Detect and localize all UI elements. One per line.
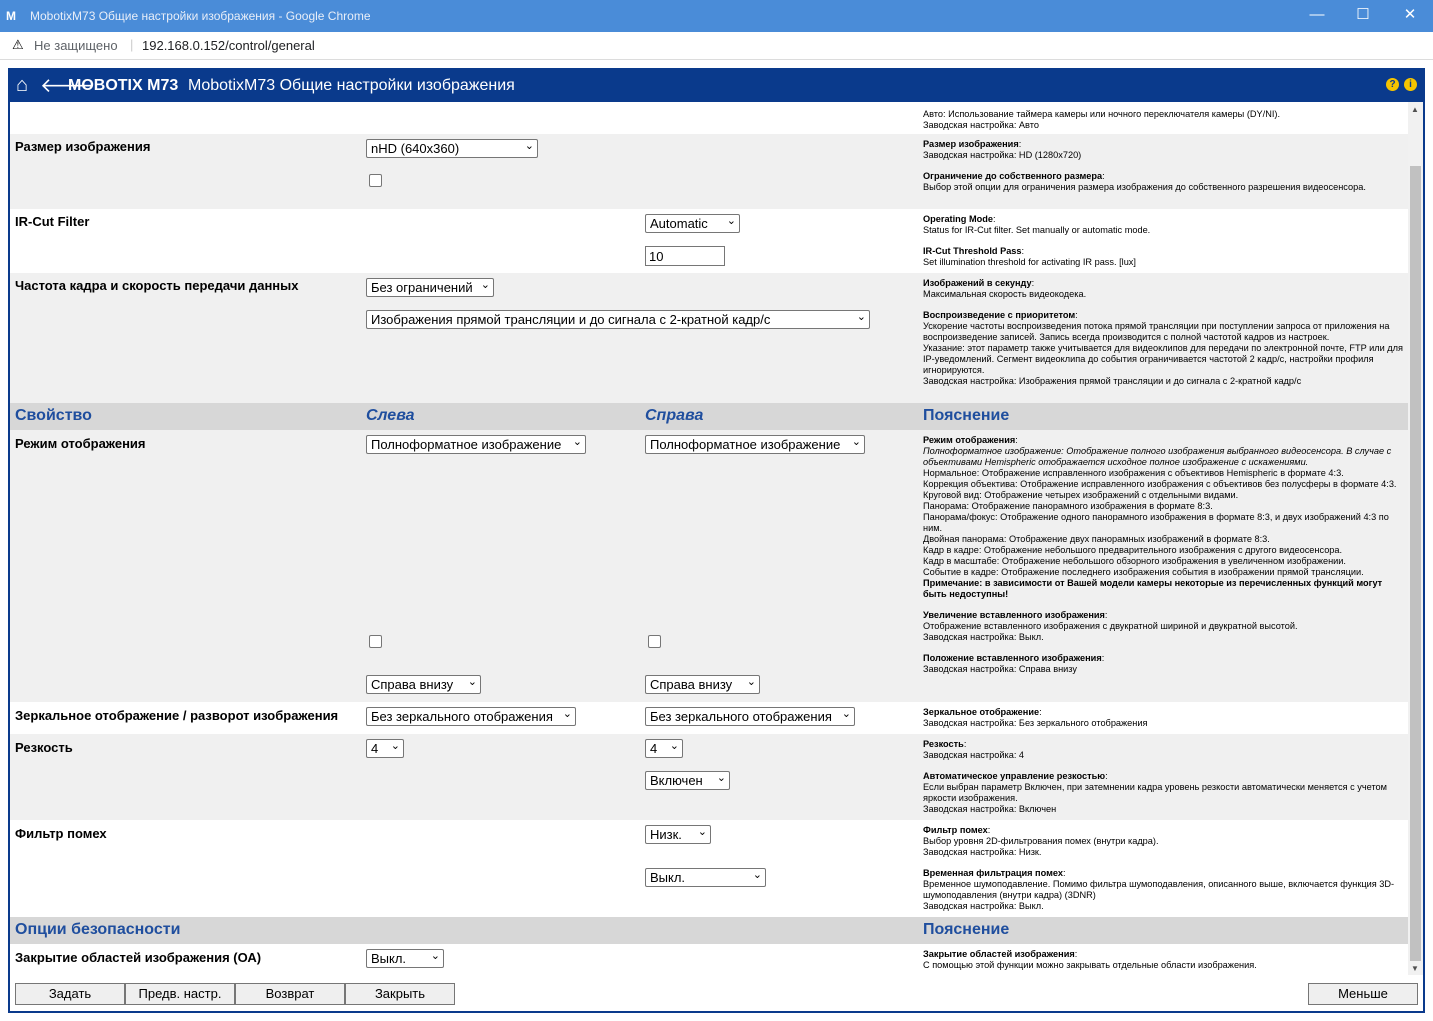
image-size-label: Размер изображения [15,139,151,154]
chevron-down-icon: ⌄ [716,772,726,784]
page-title: MobotixM73 Общие настройки изображения [188,77,515,94]
warning-icon[interactable]: ⚠ [12,37,24,53]
sharpness-help: Резкость: Заводская настройка: 4 Автомат… [923,739,1387,814]
restore-button[interactable]: Возврат [235,983,345,1005]
col-left: Слева [366,407,415,424]
mobotix-logo-icon: M [6,9,16,23]
set-button[interactable]: Задать [15,983,125,1005]
ircut-mode-select[interactable]: Automatic ⌄ [645,214,740,233]
scroll-down-icon[interactable]: ▼ [1411,964,1419,973]
maximize-button[interactable]: ☐ [1340,0,1386,32]
chevron-down-icon: ⌄ [752,869,762,881]
security-section-title: Опции безопасности [15,921,181,938]
chevron-down-icon: ⌄ [467,676,477,688]
col-explanation: Пояснение [923,407,1010,424]
security-explanation: Пояснение [923,921,1010,938]
row-framerate: Частота кадра и скорость передачи данных… [10,273,1408,403]
chevron-down-icon: ⌄ [390,740,400,752]
priority-select[interactable]: Изображения прямой трансляции и до сигна… [366,310,870,329]
noise-help: Фильтр помех: Выбор уровня 2D-фильтрован… [923,825,1395,911]
inset-position-left-select[interactable]: Справа внизу ⌄ [366,675,481,694]
row-noise: Фильтр помех Низк. ⌄ Выкл. ⌄ Фильтр помех:… [10,820,1408,917]
button-bar: Задать Предв. настр. Возврат Закрыть Мен… [10,975,1423,1011]
close-button[interactable]: Закрыть [345,983,455,1005]
minimize-button[interactable]: — [1294,0,1340,32]
close-window-button[interactable]: ✕ [1387,0,1433,32]
sharpness-right-select[interactable]: 4 ⌄ [645,739,683,758]
inset-position-right-select[interactable]: Справа внизу ⌄ [645,675,760,694]
settings-table: Авто: Использование таймера камеры или н… [10,102,1408,975]
mirror-right-select[interactable]: Без зеркального отображения ⌄ [645,707,855,726]
window-title: MobotixM73 Общие настройки изображения -… [30,9,371,23]
partial-row: Авто: Использование таймера камеры или н… [10,102,1408,134]
mirror-label: Зеркальное отображение / разворот изобра… [15,708,339,723]
enlarge-right-checkbox[interactable] [648,635,661,648]
help-icon[interactable]: ? [1386,78,1399,91]
ircut-threshold-input[interactable]: 10 [645,246,725,266]
display-mode-right-select[interactable]: Полноформатное изображение ⌄ [645,435,865,454]
display-mode-help: Режим отображения: Полноформатное изобра… [923,435,1397,674]
col-right: Справа [645,407,704,424]
noise-label: Фильтр помех [15,826,107,841]
temporal-noise-select[interactable]: Выкл. ⌄ [645,868,766,887]
row-sharpness: Резкость 4 ⌄ 4 ⌄ Включен ⌄ Резкость: Заводс… [10,734,1408,820]
chevron-down-icon: ⌄ [562,708,572,720]
image-size-help: Размер изображения: Заводская настройка:… [923,139,1366,192]
fps-select[interactable]: Без ограничений ⌄ [366,278,494,297]
url-text[interactable]: 192.168.0.152/control/general [142,38,315,53]
chevron-down-icon: ⌄ [480,279,490,291]
home-icon[interactable]: ⌂ [16,74,28,97]
row-masking: Закрытие областей изображения (ОА) Выкл.… [10,944,1408,975]
brand-name: MOBOTIX M73 [68,77,179,94]
row-display-mode: Режим отображения Полноформатное изображ… [10,430,1408,702]
display-mode-label: Режим отображения [15,436,146,451]
enlarge-left-checkbox[interactable] [369,635,382,648]
scrollbar-thumb[interactable] [1410,166,1421,961]
address-separator: | [130,37,134,52]
scroll-up-icon[interactable]: ▲ [1411,105,1419,114]
display-mode-left-select[interactable]: Полноформатное изображение ⌄ [366,435,586,454]
partial-help: Авто: Использование таймера камеры или н… [923,109,1281,130]
app-header: ⌂ 🡐 MOBOTIX M73 MobotixM73 Общие настрой… [10,70,1423,102]
chevron-down-icon: ⌄ [430,950,440,962]
browser-titlebar: M MobotixM73 Общие настройки изображения… [0,0,1433,32]
chevron-down-icon: ⌄ [851,436,861,448]
limit-native-size-checkbox[interactable] [369,174,382,187]
section-header-properties: Свойство Слева Справа Пояснение [10,403,1408,430]
row-mirror: Зеркальное отображение / разворот изобра… [10,702,1408,734]
image-size-select[interactable]: nHD (640x360) ⌄ [366,139,538,158]
masking-select[interactable]: Выкл. ⌄ [366,949,444,968]
vertical-scrollbar[interactable]: ▲ ▼ [1408,102,1423,975]
chevron-down-icon: ⌄ [841,708,851,720]
chevron-down-icon: ⌄ [746,676,756,688]
sharpness-left-select[interactable]: 4 ⌄ [366,739,404,758]
mirror-left-select[interactable]: Без зеркального отображения ⌄ [366,707,576,726]
row-image-size: Размер изображения nHD (640x360) ⌄ Размер… [10,134,1408,209]
noise-filter-select[interactable]: Низк. ⌄ [645,825,711,844]
camera-app-frame: ⌂ 🡐 MOBOTIX M73 MobotixM73 Общие настрой… [8,68,1425,1013]
preset-button[interactable]: Предв. настр. [125,983,235,1005]
mirror-help: Зеркальное отображение: Заводская настро… [923,707,1148,728]
chevron-down-icon: ⌄ [669,740,679,752]
not-secure-label[interactable]: Не защищено [34,38,118,53]
section-header-security: Опции безопасности Пояснение [10,917,1408,944]
chevron-down-icon: ⌄ [572,436,582,448]
masking-help: Закрытие областей изображения: С помощью… [923,949,1257,970]
col-property: Свойство [15,407,92,424]
info-icon[interactable]: i [1404,78,1417,91]
framerate-label: Частота кадра и скорость передачи данных [15,278,299,293]
chevron-down-icon: ⌄ [697,826,707,838]
less-button[interactable]: Меньше [1308,983,1418,1005]
ircut-label: IR-Cut Filter [15,214,90,229]
row-ircut: IR-Cut Filter Automatic ⌄ 10 Operating Mo… [10,209,1408,273]
sharpness-label: Резкость [15,740,73,755]
chevron-down-icon: ⌄ [726,215,736,227]
auto-sharpness-select[interactable]: Включен ⌄ [645,771,730,790]
address-bar[interactable]: ⚠ Не защищено | 192.168.0.152/control/ge… [0,32,1433,60]
chevron-down-icon: ⌄ [856,311,866,323]
ircut-help: Operating Mode: Status for IR-Cut filter… [923,214,1151,267]
chevron-down-icon: ⌄ [524,140,534,152]
framerate-help: Изображений в секунду: Максимальная скор… [923,278,1403,386]
masking-label: Закрытие областей изображения (ОА) [15,950,262,965]
